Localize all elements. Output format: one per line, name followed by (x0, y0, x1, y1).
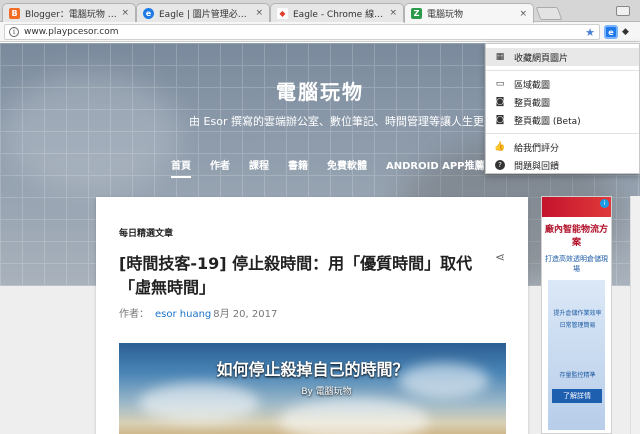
main-nav: 首頁 作者 課程 書籍 免費軟體 ANDROID APP推薦 G (171, 157, 531, 178)
menu-item-label: 給我們評分 (514, 143, 560, 154)
nav-item-books[interactable]: 書籍 (288, 157, 308, 178)
ad-text: 日常管理簡易 (559, 322, 596, 329)
menu-item-feedback[interactable]: ? 問題與回饋 (486, 156, 639, 174)
tab-chrome-store[interactable]: ◆ Eagle - Chrome 線上應用程式商店 × (270, 3, 404, 22)
region-icon: ▭ (495, 79, 505, 89)
menu-item-label: 收藏網頁圖片 (514, 53, 569, 64)
menu-item-label: 整頁截圖 (514, 98, 551, 109)
ad-text: 提升倉儲作業效率 (553, 310, 602, 317)
address-bar[interactable]: i www.playpcesor.com ★ (4, 24, 600, 40)
menu-item-region-capture[interactable]: ▭ 區域截圖 (486, 75, 639, 93)
playpcesor-icon: Z (411, 8, 422, 19)
featured-image-title: 如何停止殺掉自己的時間？ (216, 360, 409, 379)
byline-prefix: 作者： (119, 309, 149, 320)
tab-title: Eagle | 圖片管理必備工具 (159, 9, 251, 20)
tab-title: 電腦玩物 (427, 10, 464, 20)
nav-item-author[interactable]: 作者 (210, 157, 230, 178)
eagle-extension-menu: ▦ 收藏網頁圖片 ▭ 區域截圖 ◙ 整頁截圖 ◙ 整頁截圖 (Beta) 👍 給… (485, 43, 640, 174)
tab-playpcesor[interactable]: Z 電腦玩物 × (404, 3, 534, 23)
url-text[interactable]: www.playpcesor.com (24, 27, 585, 37)
nav-item-courses[interactable]: 課程 (249, 157, 269, 178)
menu-item-rate-us[interactable]: 👍 給我們評分 (486, 138, 639, 156)
new-tab-button[interactable] (535, 7, 563, 20)
menu-item-label: 區域截圖 (514, 80, 551, 91)
close-icon[interactable]: × (121, 8, 129, 18)
window-user-icon[interactable] (616, 6, 630, 16)
menu-item-label: 問題與回饋 (514, 161, 560, 172)
extension-icon[interactable]: ◆ (622, 27, 632, 37)
section-label: 每日精選文章 (119, 229, 174, 239)
adchoices-icon[interactable]: i (600, 199, 609, 208)
tab-title: Eagle - Chrome 線上應用程式商店 (293, 9, 385, 20)
info-icon[interactable]: i (9, 27, 19, 37)
eagle-icon: e (143, 7, 154, 19)
scrollbar[interactable] (630, 196, 640, 434)
menu-divider (486, 70, 639, 71)
share-icon[interactable]: ⋖ (495, 250, 505, 264)
camera-beta-icon: ◙ (495, 115, 505, 125)
eagle-extension-icon[interactable]: e (604, 25, 618, 39)
menu-item-collect-images[interactable]: ▦ 收藏網頁圖片 (486, 48, 639, 66)
featured-image-subtitle: By 電腦玩物 (301, 387, 352, 397)
ad-banner[interactable]: i 廠內智能物流方案 打造高效透明倉儲現場 提升倉儲作業效率 日常管理簡易 存量… (541, 196, 612, 434)
close-icon[interactable]: × (255, 8, 263, 18)
post-date[interactable]: 8月 20, 2017 (213, 309, 277, 320)
ad-panel: 提升倉儲作業效率 日常管理簡易 存量監控精準 (548, 280, 605, 430)
webstore-icon: ◆ (277, 7, 288, 19)
ad-text: 存量監控精準 (559, 372, 596, 379)
blogger-icon: B (9, 7, 20, 19)
post-card: 每日精選文章 ⋖ [時間技客-19] 停止殺時間：用「優質時間」取代「虛無時間」… (96, 197, 528, 434)
tab-eagle[interactable]: e Eagle | 圖片管理必備工具 × (136, 3, 270, 22)
menu-divider (486, 133, 639, 134)
bookmark-star-icon[interactable]: ★ (585, 26, 595, 39)
post-title[interactable]: [時間技客-19] 停止殺時間：用「優質時間」取代「虛無時間」 (119, 252, 494, 300)
menu-item-label: 整頁截圖 (Beta) (514, 116, 581, 127)
toolbar: i www.playpcesor.com ★ (0, 22, 640, 42)
author-link[interactable]: esor huang (155, 309, 211, 320)
close-icon[interactable]: × (519, 9, 527, 19)
nav-item-free-software[interactable]: 免費軟體 (327, 157, 367, 178)
close-icon[interactable]: × (389, 8, 397, 18)
ad-subtitle: 打造高效透明倉儲現場 (545, 255, 608, 273)
post-byline: 作者： esor huang 8月 20, 2017 (119, 305, 277, 320)
ad-cta-button[interactable]: 了解詳情 (552, 389, 602, 403)
thumbs-up-icon: 👍 (494, 142, 506, 152)
camera-icon: ◙ (495, 97, 505, 107)
featured-image[interactable]: 如何停止殺掉自己的時間？ By 電腦玩物 (119, 343, 506, 434)
tab-strip: B Blogger：電腦玩物 - 所有文章 × e Eagle | 圖片管理必備… (0, 0, 640, 23)
tab-blogger[interactable]: B Blogger：電腦玩物 - 所有文章 × (2, 3, 136, 22)
help-icon: ? (495, 160, 505, 170)
menu-item-full-page-capture[interactable]: ◙ 整頁截圖 (486, 93, 639, 111)
tab-title: Blogger：電腦玩物 - 所有文章 (25, 9, 117, 20)
ad-title: 廠內智能物流方案 (544, 225, 608, 248)
menu-item-full-page-capture-beta[interactable]: ◙ 整頁截圖 (Beta) (486, 111, 639, 129)
grid-icon: ▦ (495, 52, 505, 62)
nav-item-home[interactable]: 首頁 (171, 157, 191, 178)
nav-item-android-apps[interactable]: ANDROID APP推薦 (386, 157, 485, 178)
